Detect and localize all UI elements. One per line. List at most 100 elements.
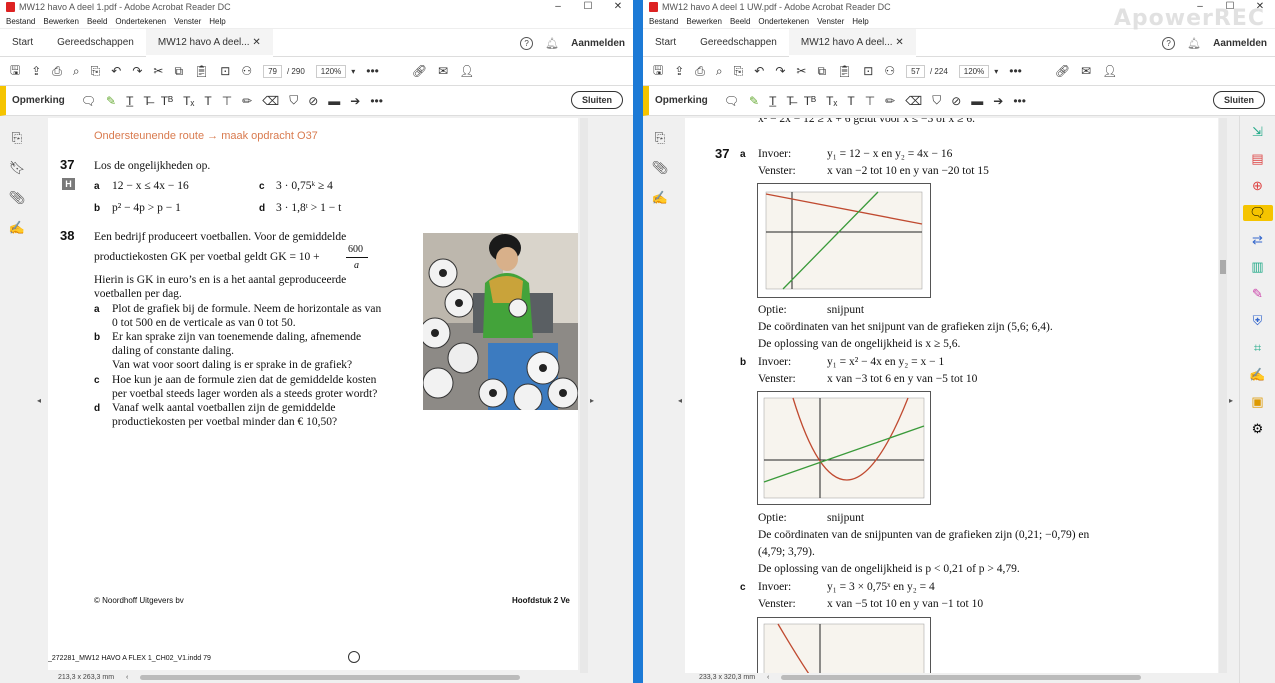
replace-text-icon[interactable]: Tᴮ [804,94,816,108]
scroll-left-arrow[interactable]: ‹ [767,674,769,681]
close-tab-icon[interactable]: ✕ [895,37,903,48]
pages-icon[interactable]: ⎘ [12,130,22,146]
chevron-down-icon[interactable]: ▾ [351,67,355,76]
bell-icon[interactable]: 🔔︎ [1187,37,1201,50]
paste-icon[interactable]: 📋︎ [194,64,209,78]
link-icon[interactable]: 🔗︎ [412,64,427,78]
scroll-left-arrow[interactable]: ‹ [126,674,128,681]
underline-text-icon[interactable]: T̲ [126,94,133,108]
attachment-icon[interactable]: 📎︎ [652,160,669,176]
print-icon[interactable]: ⎙ [52,64,62,79]
undo-icon[interactable]: ↶ [754,64,764,78]
pages-icon[interactable]: ⎘ [655,130,665,146]
menu-bewerken[interactable]: Bewerken [686,17,722,26]
maximize-button[interactable]: ☐ [573,0,603,14]
zoom-value[interactable]: 120% [315,64,347,78]
add-text-icon[interactable]: T [204,94,211,108]
menu-beeld[interactable]: Beeld [87,17,107,26]
replace-text-icon[interactable]: Tᴮ [161,94,173,108]
menu-help[interactable]: Help [852,17,868,26]
paste-icon[interactable]: 📋︎ [837,64,852,78]
close-comment-button[interactable]: Sluiten [1212,91,1265,109]
tab-tools[interactable]: Gereedschappen [45,29,146,57]
more-tools-icon[interactable]: ⚙ [1252,421,1264,437]
organize-pages-icon[interactable]: ▤ [1251,151,1263,167]
strikethrough-icon[interactable]: T̶ [143,94,150,108]
right-expand-arrow[interactable]: ▸ [1229,396,1233,405]
text-box-icon[interactable]: ⊤ [865,94,875,108]
create-pdf-icon[interactable]: ⊕ [1252,178,1263,194]
close-tab-icon[interactable]: ✕ [252,37,260,48]
arrow-icon[interactable]: ➔ [350,94,360,108]
signature-icon[interactable]: ✍ [652,190,668,206]
save-icon[interactable]: 🖫 [653,61,663,82]
close-comment-button[interactable]: Sluiten [570,91,623,109]
signin-button[interactable]: Aanmelden [571,38,625,49]
file-settings-icon[interactable]: ⎘ [734,64,744,79]
zoom-value[interactable]: 120% [958,64,990,78]
right-collapse-arrow[interactable]: ◂ [678,396,682,405]
strikethrough-icon[interactable]: T̶ [786,94,793,108]
horizontal-scrollbar[interactable] [781,674,1142,680]
menu-venster[interactable]: Venster [817,17,844,26]
highlighter-icon[interactable]: ✎ [106,94,116,108]
save-icon[interactable]: 🖫 [10,61,20,82]
text-box-icon[interactable]: ⊤ [222,94,232,108]
sticky-note-icon[interactable]: 🗨 [81,94,96,108]
add-text-icon[interactable]: T [847,94,854,108]
signin-button[interactable]: Aanmelden [1213,38,1267,49]
tab-start[interactable]: Start [643,29,688,57]
highlighter-icon[interactable]: ✎ [749,94,759,108]
underline-text-icon[interactable]: T̲ [769,94,776,108]
attach-icon[interactable]: ⊘ [308,94,318,108]
tab-start[interactable]: Start [0,29,45,57]
zoom-control[interactable]: 120% ▾ [958,64,998,78]
copy-icon[interactable]: ⧉ [817,64,826,79]
bell-icon[interactable]: 🔔︎ [545,37,559,50]
help-icon[interactable]: ? [520,36,534,50]
page-number-input[interactable]: 57 [906,64,925,78]
more-comment-icon[interactable]: ••• [1013,94,1026,108]
zoom-control[interactable]: 120% ▾ [315,64,355,78]
search-icon[interactable]: ⌕ [73,64,80,79]
sticky-note-icon[interactable]: 🗨 [724,94,739,108]
eraser-icon[interactable]: ⌫ [905,94,922,108]
menu-bewerken[interactable]: Bewerken [43,17,79,26]
screenshot-icon[interactable]: ⊡ [863,64,873,78]
binoculars-icon[interactable]: ⚇ [884,64,895,78]
combine-files-icon[interactable]: ⇄ [1252,232,1263,248]
pencil-icon[interactable]: ✏ [885,94,895,108]
mail-icon[interactable]: ✉ [438,64,448,78]
edit-pdf-icon[interactable]: ▥ [1251,259,1263,275]
compress-icon[interactable]: ▣ [1251,394,1263,410]
help-icon[interactable]: ? [1162,36,1176,50]
more-icon[interactable]: ••• [1009,64,1022,78]
menu-ondertekenen[interactable]: Ondertekenen [115,17,166,26]
left-doc-scrollbar[interactable] [580,118,588,673]
mail-icon[interactable]: ✉ [1081,64,1091,78]
cut-icon[interactable]: ✂ [153,64,163,78]
attach-icon[interactable]: ⊘ [951,94,961,108]
more-comment-icon[interactable]: ••• [370,94,383,108]
stamp-icon[interactable]: ⛉ [932,93,941,108]
menu-bestand[interactable]: Bestand [649,17,678,26]
menu-bestand[interactable]: Bestand [6,17,35,26]
more-icon[interactable]: ••• [366,64,379,78]
line-icon[interactable]: ▬ [971,94,983,108]
minimize-button[interactable]: – [543,0,573,14]
pencil-icon[interactable]: ✏ [242,94,252,108]
screenshot-icon[interactable]: ⊡ [220,64,230,78]
page-number-input[interactable]: 79 [263,64,282,78]
file-settings-icon[interactable]: ⎘ [91,64,101,79]
cut-icon[interactable]: ✂ [796,64,806,78]
protect-icon[interactable]: ⛨ [1253,313,1263,329]
redo-icon[interactable]: ↷ [775,64,785,78]
send-sign-icon[interactable]: ✍ [1249,367,1265,383]
copy-icon[interactable]: ⧉ [174,64,183,79]
bookmark-icon[interactable]: 🔖︎ [9,160,26,176]
insert-text-icon[interactable]: Tₓ [826,94,837,108]
binoculars-icon[interactable]: ⚇ [241,64,252,78]
menu-beeld[interactable]: Beeld [730,17,750,26]
right-doc-scrollbar[interactable] [1219,118,1227,673]
upload-icon[interactable]: ⇪ [31,64,41,78]
